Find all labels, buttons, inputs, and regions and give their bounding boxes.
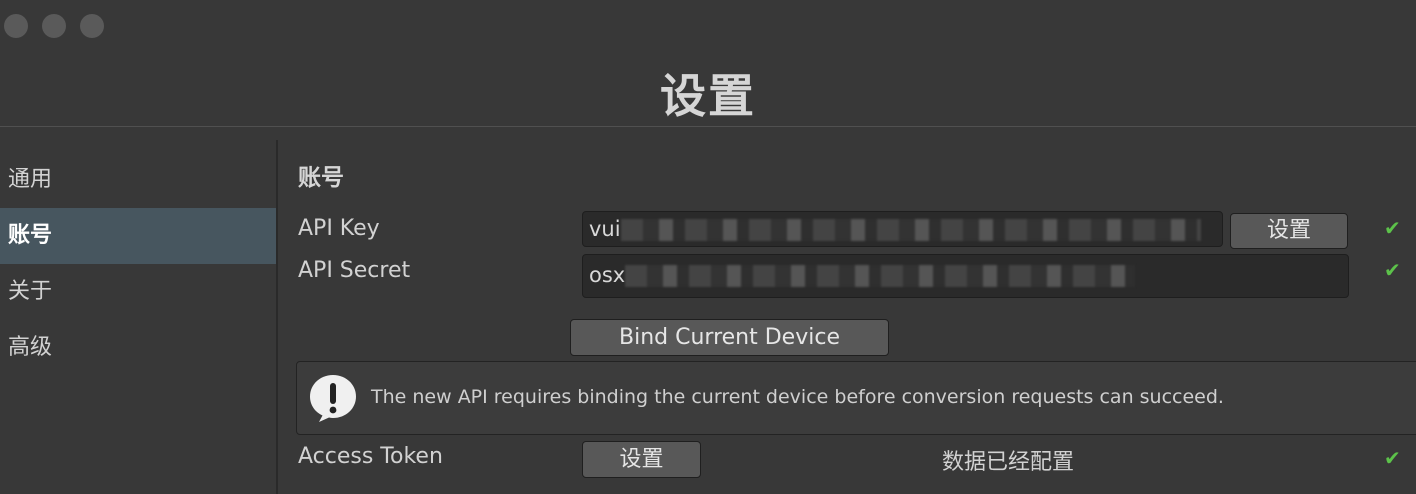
api-secret-label: API Secret <box>298 258 411 283</box>
info-bubble-icon <box>310 375 356 422</box>
api-key-value: vui <box>589 217 621 241</box>
page-title: 设置 <box>660 69 756 123</box>
section-title: 账号 <box>298 165 344 191</box>
redacted-mask <box>620 219 1201 241</box>
window-controls <box>4 14 104 38</box>
sidebar: 通用 账号 关于 高级 <box>0 140 276 494</box>
sidebar-item-about[interactable]: 关于 <box>0 264 276 320</box>
redacted-mask <box>625 265 1136 287</box>
title-divider <box>0 126 1416 127</box>
api-secret-input[interactable]: osx <box>582 254 1349 298</box>
api-secret-check-icon: ✔ <box>1384 258 1401 282</box>
help-box: The new API requires binding the current… <box>296 361 1416 435</box>
api-key-check-icon: ✔ <box>1384 216 1401 240</box>
sidebar-item-general[interactable]: 通用 <box>0 152 276 208</box>
api-key-input[interactable]: vui <box>582 211 1223 247</box>
access-token-status: 数据已经配置 <box>942 450 1075 475</box>
api-key-set-button[interactable]: 设置 <box>1230 213 1348 249</box>
settings-window: 设置 通用 账号 关于 高级 账号 API Key vui 设置 ✔ API S… <box>0 0 1416 494</box>
help-message: The new API requires binding the current… <box>371 386 1224 408</box>
access-token-label: Access Token <box>298 444 443 469</box>
bind-current-device-button[interactable]: Bind Current Device <box>570 319 889 356</box>
zoom-window-button[interactable] <box>80 14 104 38</box>
sidebar-item-account[interactable]: 账号 <box>0 208 276 264</box>
close-window-button[interactable] <box>4 14 28 38</box>
account-panel: 账号 API Key vui 设置 ✔ API Secret osx ✔ Bin… <box>278 140 1416 494</box>
minimize-window-button[interactable] <box>42 14 66 38</box>
access-token-check-icon: ✔ <box>1384 446 1401 470</box>
api-key-label: API Key <box>298 216 380 241</box>
api-secret-value: osx <box>589 263 626 287</box>
access-token-set-button[interactable]: 设置 <box>582 441 701 478</box>
sidebar-item-advanced[interactable]: 高级 <box>0 320 276 376</box>
